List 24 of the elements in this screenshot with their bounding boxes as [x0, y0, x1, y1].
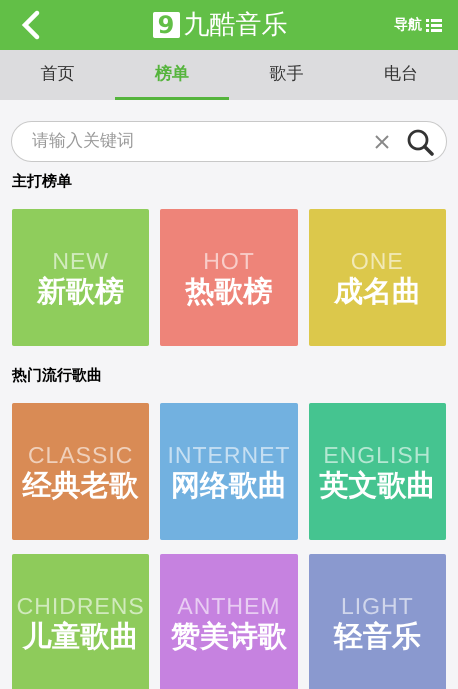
chart-tile[interactable]: CLASSIC 经典老歌: [12, 403, 150, 540]
tab[interactable]: 首页: [0, 50, 114, 100]
section-heading: 主打榜单: [12, 171, 73, 192]
back-icon: [21, 10, 41, 40]
section-heading: 热门流行歌曲: [12, 365, 103, 386]
chart-tile[interactable]: ANTHEM 赞美诗歌: [160, 554, 298, 689]
tab[interactable]: 榜单: [114, 50, 229, 100]
menu-icon: [426, 18, 442, 32]
chart-tile[interactable]: INTERNET 网络歌曲: [160, 403, 298, 540]
logo-mark: 9: [152, 12, 180, 38]
nav-button[interactable]: 导航: [394, 14, 442, 36]
search-icon[interactable]: [406, 128, 434, 156]
search-bar[interactable]: 请输入关键词: [11, 121, 447, 162]
chart-tile[interactable]: NEW 新歌榜: [12, 209, 150, 346]
app-title: 九酷音乐: [184, 12, 288, 38]
chart-tile[interactable]: CHIDRENS 儿童歌曲: [12, 554, 150, 689]
tab[interactable]: 歌手: [229, 50, 344, 100]
search-field[interactable]: 请输入关键词: [32, 128, 374, 154]
chart-tile[interactable]: LIGHT 轻音乐: [308, 554, 446, 689]
tab[interactable]: 电台: [344, 50, 458, 100]
chart-tile[interactable]: HOT 热歌榜: [160, 209, 298, 346]
chart-tile[interactable]: ENGLISH 英文歌曲: [308, 403, 446, 540]
clear-icon[interactable]: [374, 134, 390, 150]
chart-tile[interactable]: ONE 成名曲: [308, 209, 446, 346]
